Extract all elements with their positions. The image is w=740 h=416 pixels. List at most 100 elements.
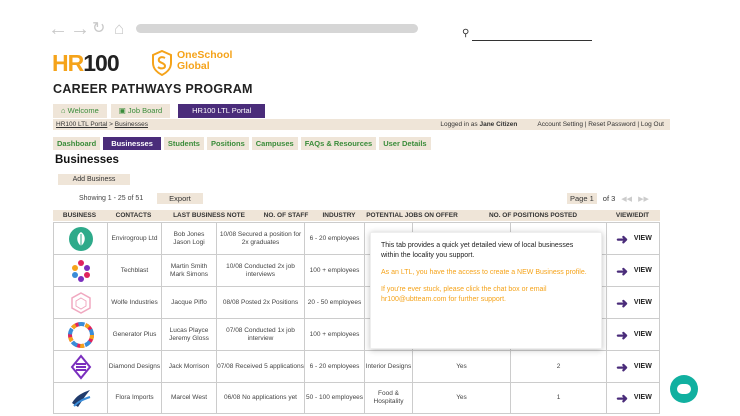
last-note: 07/08 Received 5 applications — [216, 351, 304, 382]
tab-label: HR100 LTL Portal — [192, 106, 252, 115]
contacts: Marcel West — [161, 383, 216, 413]
contacts: Jack Morrison — [161, 351, 216, 382]
col-view-edit: VIEW/EDIT — [615, 212, 650, 219]
user-name: Jane Citizen — [479, 121, 518, 128]
business-name[interactable]: Flora Imports — [107, 383, 161, 413]
oneschool-logo-icon — [152, 50, 172, 76]
next-page-icon[interactable]: ▶▶ — [638, 195, 649, 203]
tooltip-support-note: If you're ever stuck, please click the c… — [381, 286, 547, 303]
table-header: BUSINESS CONTACTS LAST BUSINESS NOTE NO.… — [53, 210, 660, 221]
view-label: VIEW — [633, 330, 652, 338]
col-contacts: CONTACTS — [115, 212, 152, 219]
staff-count: 6 - 20 employees — [304, 223, 364, 254]
page-select[interactable]: Page 1 — [567, 193, 597, 204]
tab-welcome[interactable]: ⌂ Welcome — [53, 104, 107, 118]
industry: Interior Designs — [364, 351, 412, 382]
table-row: Diamond Designs Jack Morrison 07/08 Rece… — [53, 350, 660, 382]
search-input[interactable] — [472, 40, 592, 41]
tab-user-details[interactable]: User Details — [379, 137, 431, 150]
purple-diamond-logo-icon — [70, 353, 91, 380]
view-button[interactable]: ➜ VIEW — [606, 319, 661, 350]
search-icon[interactable]: ⚲ — [462, 28, 469, 39]
green-leaf-logo-icon — [68, 226, 93, 251]
business-logo — [54, 351, 107, 382]
arrow-right-icon: ➜ — [616, 262, 628, 279]
view-button[interactable]: ➜ VIEW — [606, 287, 661, 318]
view-label: VIEW — [633, 362, 652, 370]
add-business-button[interactable]: Add Business — [58, 174, 130, 185]
col-staff: NO. OF STAFF — [263, 212, 309, 219]
business-name[interactable]: Wolfe Industries — [107, 287, 161, 318]
arrow-right-icon[interactable]: → — [70, 16, 90, 42]
tab-businesses[interactable]: Businesses — [103, 137, 161, 150]
contacts: Martin Smith Mark Simons — [161, 255, 216, 286]
color-wheel-logo-icon — [67, 321, 94, 348]
last-note: 08/08 Posted 2x Positions — [216, 287, 304, 318]
staff-count: 50 - 100 employees — [304, 383, 364, 413]
breadcrumb-separator: > — [107, 121, 115, 128]
chat-button[interactable] — [670, 375, 698, 403]
logged-prefix: Logged in as — [440, 121, 478, 128]
industry: Food & Hospitality — [364, 383, 412, 413]
business-logo — [54, 383, 107, 413]
logo-num-text: 100 — [83, 50, 119, 76]
business-logo — [54, 223, 107, 254]
arrow-right-icon: ➜ — [616, 326, 628, 343]
view-button[interactable]: ➜ VIEW — [606, 351, 661, 382]
last-note: 10/08 Secured a position for 2x graduate… — [216, 223, 304, 254]
export-button[interactable]: Export — [157, 193, 203, 204]
page-title: Businesses — [55, 154, 119, 166]
business-name[interactable]: Techblast — [107, 255, 161, 286]
partner-line-2: Global — [177, 60, 210, 72]
tooltip-ltl-note: As an LTL, you have the access to create… — [381, 269, 587, 276]
breadcrumb-bar: HR100 LTL Portal > Businesses Logged in … — [53, 119, 670, 130]
tab-students[interactable]: Students — [163, 137, 204, 150]
contacts: Lucas Playce Jeremy Gloss — [161, 319, 216, 350]
breadcrumb-portal-link[interactable]: HR100 LTL Portal — [56, 121, 107, 128]
business-logo — [54, 287, 107, 318]
briefcase-icon: ▣ — [118, 106, 128, 115]
business-name[interactable]: Envirogroup Ltd — [107, 223, 161, 254]
page-total: of 3 — [602, 194, 616, 203]
view-button[interactable]: ➜ VIEW — [606, 255, 661, 286]
pink-hex-logo-icon — [70, 291, 91, 314]
positions-posted: 2 — [510, 351, 606, 382]
home-icon[interactable]: ⌂ — [114, 16, 124, 42]
home-icon: ⌂ — [61, 106, 68, 115]
view-label: VIEW — [633, 394, 652, 401]
col-positions: NO. OF POSITIONS POSTED — [488, 212, 578, 219]
staff-count: 100 + employees — [304, 319, 364, 350]
business-name[interactable]: Generator Plus — [107, 319, 161, 350]
view-button[interactable]: ➜ VIEW — [606, 383, 661, 413]
breadcrumb-current-link[interactable]: Businesses — [115, 121, 148, 128]
arrow-left-icon[interactable]: ← — [48, 16, 68, 42]
tooltip-intro: This tab provides a quick yet detailed v… — [381, 242, 574, 259]
logo-hr-text: HR — [52, 50, 84, 76]
potential-jobs: Yes — [412, 383, 510, 413]
account-links[interactable]: Account Setting | Reset Password | Log O… — [537, 119, 664, 130]
view-label: VIEW — [633, 266, 652, 274]
view-button[interactable]: ➜ VIEW — [606, 223, 661, 254]
tab-faqs-resources[interactable]: FAQs & Resources — [300, 137, 377, 150]
last-note: 10/08 Conducted 2x job interviews — [216, 255, 304, 286]
tab-campuses[interactable]: Campuses — [251, 137, 298, 150]
arrow-right-icon: ➜ — [616, 358, 628, 375]
url-bar[interactable] — [136, 24, 418, 33]
tab-job-board[interactable]: ▣ Job Board — [110, 104, 171, 118]
refresh-icon[interactable]: ↻ — [92, 16, 105, 42]
contacts: Bob Jones Jason Logi — [161, 223, 216, 254]
col-industry: INDUSTRY — [322, 212, 356, 219]
tab-positions[interactable]: Positions — [206, 137, 249, 150]
colorful-dots-logo-icon — [71, 259, 90, 282]
blue-wave-logo-icon — [71, 390, 90, 407]
tab-label: Job Board — [127, 106, 163, 115]
tab-ltl-portal[interactable]: HR100 LTL Portal — [178, 104, 266, 118]
prev-page-icon[interactable]: ◀◀ — [621, 195, 632, 203]
breadcrumb: HR100 LTL Portal > Businesses — [56, 119, 148, 130]
tab-dashboard[interactable]: Dashboard — [53, 137, 101, 150]
section-tabs: Dashboard Businesses Students Positions … — [53, 137, 431, 150]
arrow-right-icon: ➜ — [616, 294, 628, 311]
hr100-logo: HR100 — [52, 50, 120, 77]
business-name[interactable]: Diamond Designs — [107, 351, 161, 382]
col-jobs: POTENTIAL JOBS ON OFFER — [366, 212, 458, 219]
